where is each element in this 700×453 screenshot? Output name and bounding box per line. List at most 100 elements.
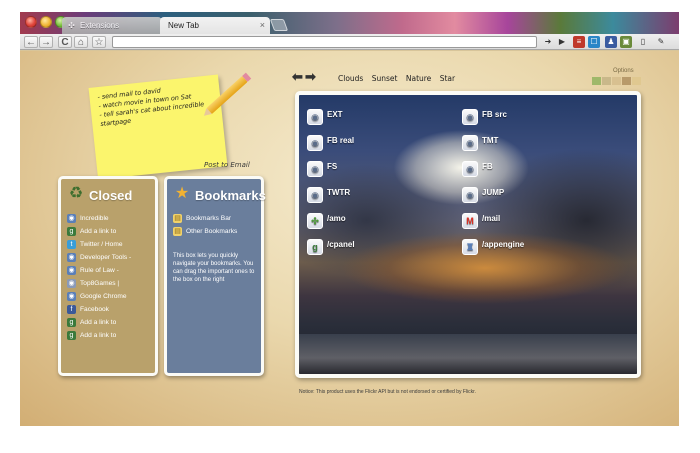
page-icon: ◉	[67, 292, 76, 301]
shortcut-label: FS	[327, 162, 338, 171]
shortcut-label: FB real	[327, 136, 355, 145]
star-icon: ☆	[94, 37, 104, 48]
background-photo: ◉ EXT ◉ FB src ◉ FB real ◉ TMT ◉ FS ◉ FB ◉ TWTR ◉ JUMP ✣…	[295, 91, 641, 378]
shortcut-label: TMT	[482, 136, 499, 145]
page-icon: ◉	[307, 187, 323, 203]
closed-tab-item[interactable]: g Add a link to	[67, 317, 155, 330]
closed-tab-item[interactable]: ◉ Incredible	[67, 213, 155, 226]
shortcut-label: TWTR	[327, 188, 351, 197]
shortcut-label: /appengine	[482, 240, 525, 249]
page-icon: ◉	[67, 253, 76, 262]
gmail-icon: M	[462, 213, 478, 229]
tab-extensions[interactable]: ✣ Extensions	[62, 17, 162, 34]
home-icon: ⌂	[77, 37, 85, 48]
bookmarks-panel-title: Bookmarks	[195, 188, 266, 203]
page-icon: ◉	[67, 279, 76, 288]
bookmarks-panel: ★ Bookmarks ▤ Bookmarks Bar ▤ Other Bookmar…	[164, 176, 266, 376]
closed-tab-label: Developer Tools -	[80, 254, 132, 261]
new-tab-button[interactable]	[269, 19, 289, 31]
back-button[interactable]: ←	[24, 36, 38, 48]
folder-icon: ▤	[173, 214, 182, 223]
closed-tab-label: Add a link to	[80, 332, 117, 339]
closed-tab-item[interactable]: g Add a link to	[67, 226, 155, 239]
minimize-window-button[interactable]	[40, 16, 52, 28]
page-icon: ◉	[67, 266, 76, 275]
page-icon: ◉	[307, 109, 323, 125]
closed-tab-item[interactable]: t Twitter / Home	[67, 239, 155, 252]
flickr-notice: Notice: This product uses the Flickr API…	[299, 389, 476, 395]
shortcut-label: /amo	[327, 214, 346, 223]
photo-sea	[299, 334, 637, 374]
reload-button[interactable]: C	[58, 36, 72, 48]
closed-tab-label: Top8Games |	[80, 280, 120, 287]
wrench-icon[interactable]: ✎	[655, 36, 667, 48]
page-icon: ◉	[462, 135, 478, 151]
theme-swatch[interactable]	[632, 77, 641, 85]
closed-tab-item[interactable]: ◉ Developer Tools -	[67, 252, 155, 265]
play-icon[interactable]: ▶	[556, 36, 568, 48]
extension-image-icon[interactable]: ▣	[620, 36, 632, 48]
shortcut-label: FB	[482, 162, 493, 171]
closed-tab-label: Facebook	[80, 306, 109, 313]
closed-tab-item[interactable]: ◉ Google Chrome	[67, 291, 155, 304]
bookmark-star-button[interactable]: ☆	[92, 36, 106, 48]
page-icon: ◉	[307, 135, 323, 151]
extension-tool-icon[interactable]: ☐	[588, 36, 600, 48]
bookmarks-description: This box lets you quickly navigate your …	[173, 253, 255, 283]
forward-arrow-icon: →	[41, 37, 51, 48]
home-button[interactable]: ⌂	[74, 36, 88, 48]
page-icon: ◉	[462, 109, 478, 125]
photo-category-tabs: Clouds Sunset Nature Star	[338, 74, 461, 83]
extension-stack-icon[interactable]: ≡	[573, 36, 585, 48]
closed-tab-item[interactable]: ◉ Rule of Law -	[67, 265, 155, 278]
shortcut-label: JUMP	[482, 188, 505, 197]
forward-button[interactable]: →	[39, 36, 53, 48]
new-tab-page: - send mail to david - watch movie in to…	[20, 51, 679, 426]
next-photo-arrow-icon[interactable]: ➡	[305, 70, 316, 83]
post-to-email-link[interactable]: Post to Email	[204, 161, 250, 169]
closed-tabs-list: ◉ Incredible g Add a link to t Twitter / Home…	[67, 213, 155, 343]
shortcut-label: /mail	[482, 214, 501, 223]
puzzle-icon: ✣	[68, 21, 75, 30]
google-icon: g	[67, 331, 76, 340]
go-icon[interactable]: ➜	[542, 36, 554, 48]
star-icon: ★	[174, 185, 190, 202]
closed-tab-label: Rule of Law -	[80, 267, 119, 274]
shortcut-label: FB src	[482, 110, 507, 119]
page-icon: ◉	[462, 161, 478, 177]
tab-star[interactable]: Star	[440, 74, 455, 83]
bookmark-folder-item[interactable]: ▤ Other Bookmarks	[173, 226, 261, 239]
closed-tab-item[interactable]: g Add a link to	[67, 330, 155, 343]
page-menu-icon[interactable]: ▯	[637, 36, 649, 48]
tab-sunset[interactable]: Sunset	[372, 74, 398, 83]
tab-nature[interactable]: Nature	[406, 74, 431, 83]
theme-swatch[interactable]	[612, 77, 621, 85]
twitter-icon: t	[67, 240, 76, 249]
close-window-button[interactable]	[25, 16, 37, 28]
facebook-icon: f	[67, 305, 76, 314]
appengine-icon: ♜	[462, 239, 478, 255]
closed-tab-label: Add a link to	[80, 319, 117, 326]
closed-tab-item[interactable]: ◉ Top8Games |	[67, 278, 155, 291]
shortcut-label: EXT	[327, 110, 343, 119]
bookmark-folder-item[interactable]: ▤ Bookmarks Bar	[173, 213, 261, 226]
bookmarks-list: ▤ Bookmarks Bar ▤ Other Bookmarks	[173, 213, 261, 239]
tab-new-tab[interactable]: New Tab ×	[160, 17, 270, 34]
address-bar[interactable]	[112, 36, 537, 48]
theme-swatch[interactable]	[622, 77, 631, 85]
reload-icon: C	[61, 37, 69, 48]
closed-tab-label: Incredible	[80, 215, 109, 222]
folder-icon: ▤	[173, 227, 182, 236]
closed-tab-label: Add a link to	[80, 228, 117, 235]
google-icon: g	[307, 239, 323, 255]
options-link[interactable]: Options	[613, 68, 634, 74]
tab-clouds[interactable]: Clouds	[338, 74, 363, 83]
theme-swatch[interactable]	[592, 77, 601, 85]
closed-tabs-panel: ♻ Closed ◉ Incredible g Add a link to t Twitt…	[58, 176, 158, 376]
theme-swatch[interactable]	[602, 77, 611, 85]
extension-users-icon[interactable]: ♟	[605, 36, 617, 48]
closed-tab-item[interactable]: f Facebook	[67, 304, 155, 317]
browser-window: ✣ Extensions New Tab × ← → C ⌂ ☆ ➜ ▶ ≡ ☐…	[20, 12, 679, 426]
previous-photo-arrow-icon[interactable]: ⬅	[292, 70, 303, 83]
close-icon[interactable]: ×	[260, 17, 265, 34]
